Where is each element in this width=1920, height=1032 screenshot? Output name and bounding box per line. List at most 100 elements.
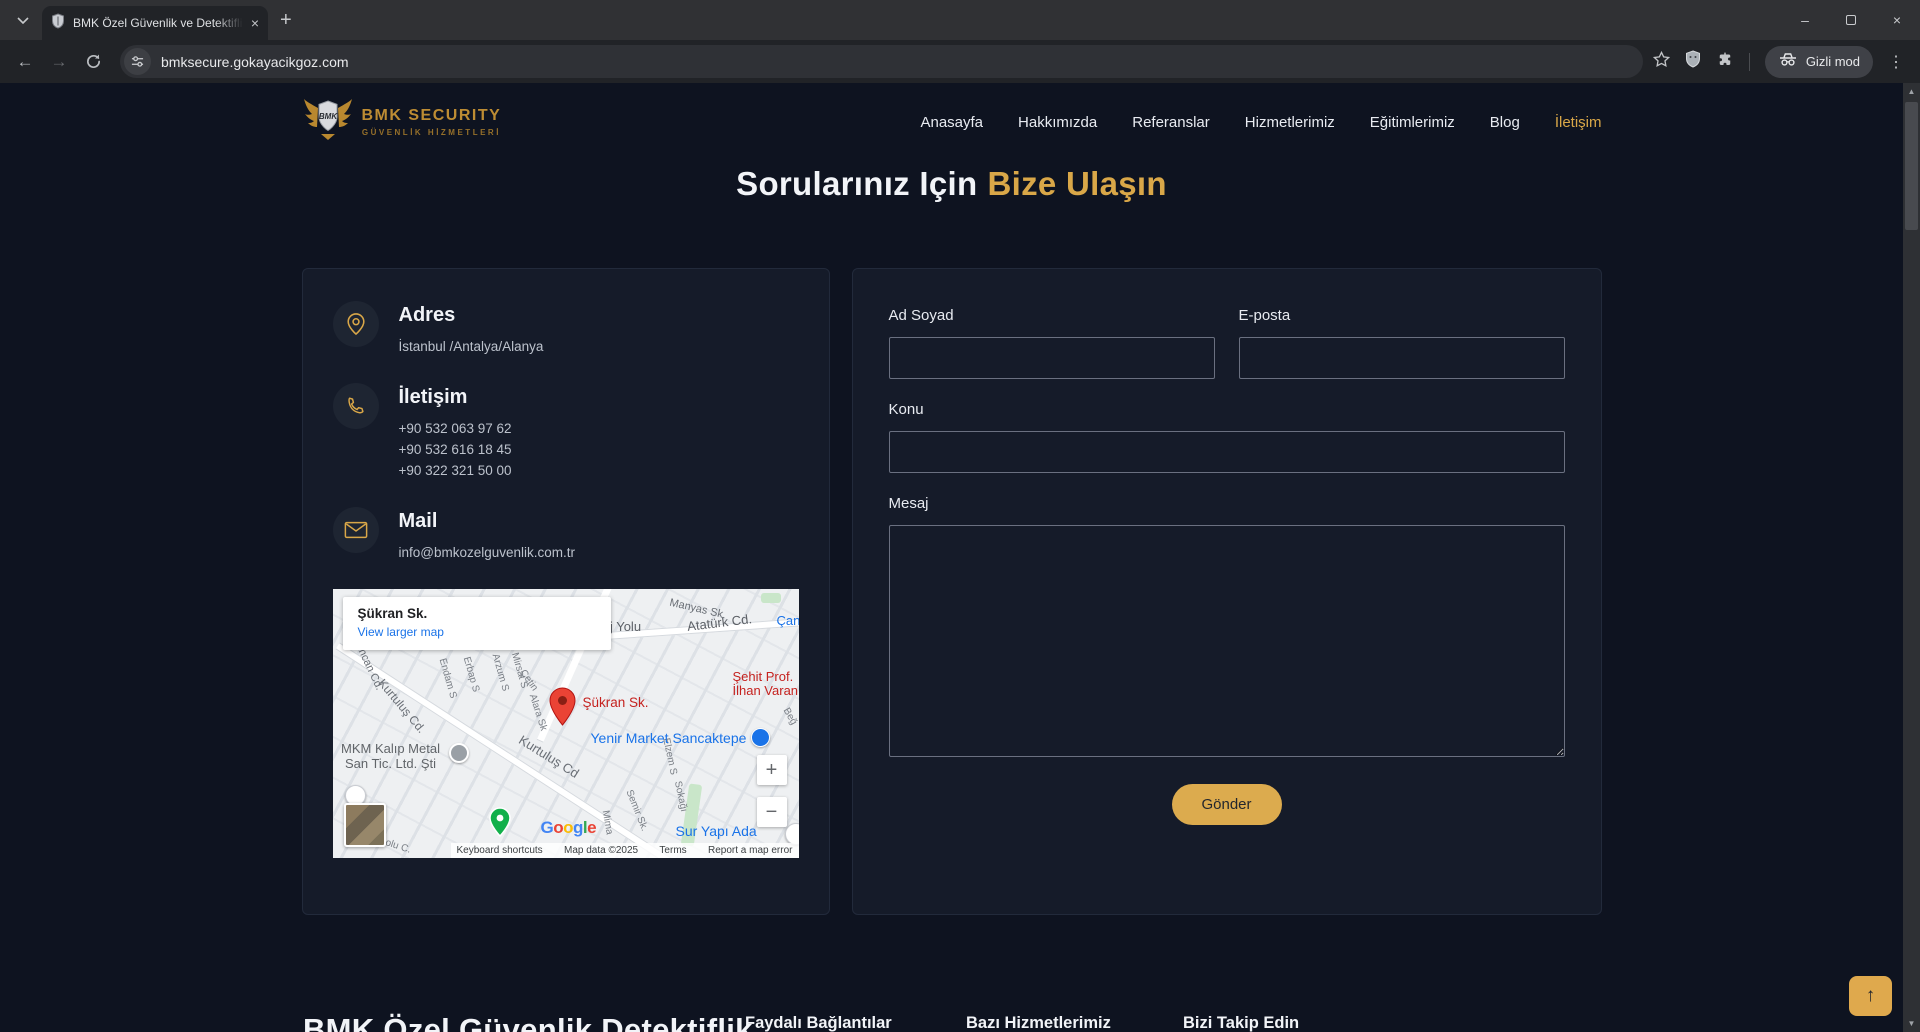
incognito-badge: Gizli mod [1764, 45, 1873, 78]
maximize-icon [1846, 15, 1856, 25]
nav-item-egitimlerimiz[interactable]: Eğitimlerimiz [1370, 114, 1455, 131]
subject-input[interactable] [888, 431, 1565, 473]
street-label: Endam S [436, 657, 459, 700]
page-scrollbar[interactable]: ▲ ▼ [1903, 83, 1920, 1032]
nav-item-iletisim[interactable]: İletişim [1555, 114, 1602, 131]
main-nav: Anasayfa Hakkımızda Referanslar Hizmetle… [920, 114, 1601, 131]
browser-tabstrip: BMK Özel Güvenlik ve Detektifli × + – × [0, 0, 1920, 40]
street-label: Alara Sk [526, 692, 549, 733]
mail-address[interactable]: info@bmkozelguvenlik.com.tr [399, 542, 576, 563]
email-input[interactable] [1238, 337, 1565, 379]
map-zoom-in-button[interactable]: + [756, 755, 787, 785]
footer-brand: BMK Özel Güvenlik Detektiflik [303, 1012, 753, 1032]
envelope-icon [332, 507, 379, 553]
google-logo[interactable]: Google [541, 818, 597, 838]
tab-search-button[interactable] [8, 5, 38, 35]
poi-label: Sur Yapı Ada [675, 823, 757, 839]
report-error-link[interactable]: Report a map error [708, 845, 792, 856]
page-title: Sorularınız Için Bize Ulaşın [302, 165, 1602, 203]
message-label: Mesaj [888, 495, 929, 512]
map-info-card: Şükran Sk. View larger map [342, 597, 611, 650]
street-label: Çan [776, 613, 799, 628]
contact-info-card: Adres İstanbul /Antalya/Alanya İletişim … [301, 268, 830, 915]
scrollbar-up-arrow[interactable]: ▲ [1903, 83, 1920, 100]
keyboard-shortcuts-link[interactable]: Keyboard shortcuts [457, 845, 543, 856]
phone-number[interactable]: +90 322 321 50 00 [399, 460, 512, 481]
poi-label: San Tic. Ltd. Şti [344, 756, 437, 771]
window-controls: – × [1782, 0, 1920, 40]
scrollbar-down-arrow[interactable]: ▼ [1903, 1015, 1920, 1032]
site-header: BMK BMK SECURITY GÜVENLİK HİZMETLERİ Ana… [302, 83, 1602, 161]
satellite-view-thumbnail[interactable] [343, 803, 386, 847]
window-minimize-button[interactable]: – [1782, 0, 1828, 40]
map-zoom-out-button[interactable]: − [756, 797, 787, 827]
street-label: Şehit Prof. [732, 669, 794, 684]
mail-block: Mail info@bmkozelguvenlik.com.tr [332, 507, 799, 563]
map-park [760, 593, 781, 603]
poi-label[interactable]: Yenir Market Sancaktepe [591, 730, 747, 746]
svg-text:BMK: BMK [318, 112, 337, 121]
nav-item-anasayfa[interactable]: Anasayfa [920, 114, 983, 131]
contact-form-card: Ad Soyad E-posta Konu Mesaj Gönder [851, 268, 1602, 915]
street-label: Mima [599, 809, 615, 836]
street-label: olu C. [383, 837, 412, 856]
submit-button[interactable]: Gönder [1171, 784, 1282, 825]
bookmark-star-icon[interactable] [1652, 50, 1670, 73]
nav-item-referanslar[interactable]: Referanslar [1132, 114, 1210, 131]
contact-section: Adres İstanbul /Antalya/Alanya İletişim … [301, 268, 1602, 915]
brand-tagline: GÜVENLİK HİZMETLERİ [361, 128, 501, 137]
green-poi-pin-icon[interactable] [488, 807, 511, 842]
street-label: Kurtuluş Cd [515, 732, 582, 781]
scrollbar-thumb[interactable] [1905, 102, 1918, 230]
window-close-button[interactable]: × [1874, 0, 1920, 40]
white-poi-icon[interactable] [784, 823, 799, 845]
tab-title: BMK Özel Güvenlik ve Detektifli [73, 16, 243, 30]
red-map-pin-icon[interactable] [548, 687, 576, 732]
arrow-up-icon: ↑ [1865, 985, 1876, 1006]
scroll-to-top-button[interactable]: ↑ [1849, 976, 1892, 1016]
name-input[interactable] [888, 337, 1215, 379]
address-line: İstanbul /Antalya/Alanya [398, 339, 544, 354]
window-maximize-button[interactable] [1828, 0, 1874, 40]
nav-item-hakkimizda[interactable]: Hakkımızda [1018, 114, 1097, 131]
privacy-shield-icon[interactable] [1685, 50, 1701, 73]
message-textarea[interactable] [888, 525, 1565, 757]
tab-favicon-shield-icon [51, 12, 65, 34]
location-pin-icon [332, 301, 379, 347]
toolbar-separator [1748, 52, 1750, 71]
map-info-title: Şükran Sk. [357, 606, 428, 621]
chevron-down-icon [17, 11, 29, 29]
map-larger-link[interactable]: View larger map [358, 625, 596, 639]
tab-close-icon[interactable]: × [251, 16, 259, 30]
nav-item-hizmetlerimiz[interactable]: Hizmetlerimiz [1245, 114, 1335, 131]
incognito-icon [1778, 52, 1798, 71]
name-label: Ad Soyad [888, 307, 954, 324]
market-poi-icon[interactable] [750, 728, 770, 747]
site-logo[interactable]: BMK BMK SECURITY GÜVENLİK HİZMETLERİ [302, 98, 502, 147]
url-text[interactable]: bmksecure.gokayacikgoz.com [161, 54, 349, 70]
incognito-label: Gizli mod [1805, 54, 1860, 69]
google-map-embed[interactable]: Şükran Sk. View larger map Manyas Sk. Ça… [332, 589, 799, 858]
brand-emblem-icon: BMK [302, 98, 354, 147]
browser-menu-icon[interactable]: ⋮ [1888, 52, 1904, 72]
extensions-puzzle-icon[interactable] [1716, 50, 1734, 73]
email-label: E-posta [1238, 307, 1291, 324]
nav-item-blog[interactable]: Blog [1490, 114, 1520, 131]
poi-label: MKM Kalıp Metal [341, 741, 440, 756]
footer-col-services: Bazı Hizmetlerimiz [966, 1014, 1111, 1032]
phone-number[interactable]: +90 532 063 97 62 [399, 418, 512, 439]
terms-link[interactable]: Terms [659, 845, 686, 856]
new-tab-button[interactable]: + [280, 10, 292, 30]
back-button[interactable]: ← [8, 45, 42, 79]
phone-number[interactable]: +90 532 616 18 45 [399, 439, 512, 460]
footer-col-links: Faydalı Bağlantılar [745, 1014, 892, 1032]
site-settings-badge[interactable] [124, 48, 151, 75]
reload-button[interactable] [76, 45, 110, 79]
gray-poi-icon[interactable] [448, 743, 469, 763]
address-bar[interactable]: bmksecure.gokayacikgoz.com [120, 45, 1643, 78]
footer-col-social: Bizi Takip Edin [1183, 1014, 1300, 1032]
page-viewport: BMK BMK SECURITY GÜVENLİK HİZMETLERİ Ana… [0, 83, 1903, 1032]
forward-button[interactable]: → [42, 45, 76, 79]
phone-icon [332, 383, 379, 429]
browser-tab[interactable]: BMK Özel Güvenlik ve Detektifli × [42, 6, 268, 40]
